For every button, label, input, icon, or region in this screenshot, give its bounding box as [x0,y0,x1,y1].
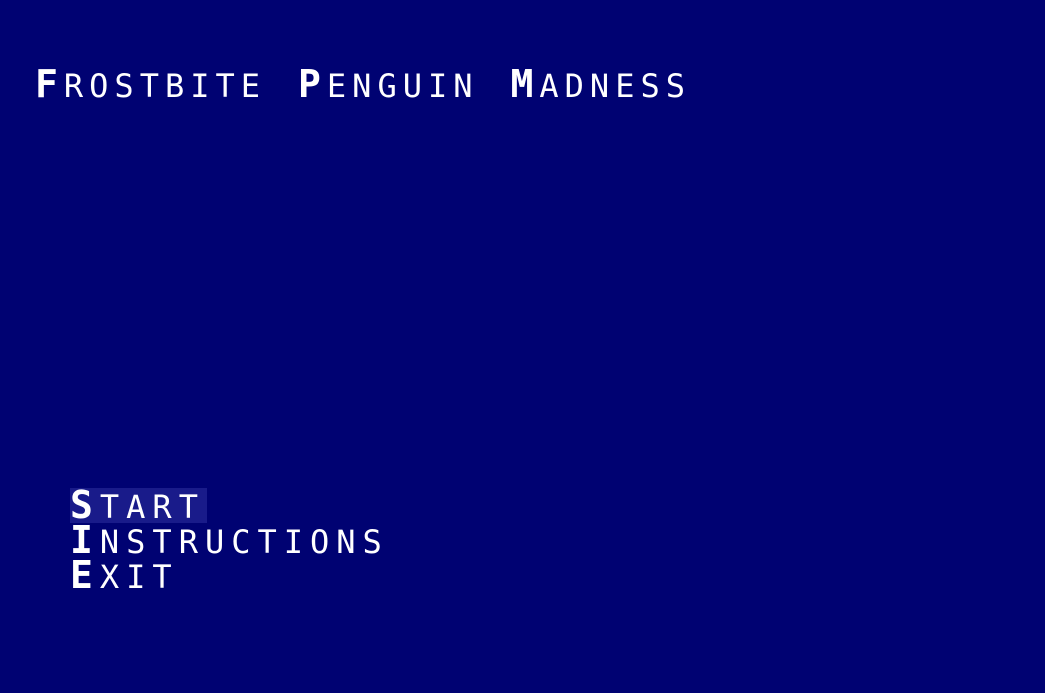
title-word-penguin: PENGUIN [298,62,479,106]
title-screen: { "title": { "words": [ {"cap": "F", "re… [0,0,1045,693]
game-title: FROSTBITE PENGUIN MADNESS [35,62,723,108]
title-word-frostbite: FROSTBITE [35,62,267,106]
main-menu: START INSTRUCTIONS EXIT [70,486,391,595]
menu-item-exit[interactable]: EXIT [70,556,181,595]
menu-item-instructions[interactable]: INSTRUCTIONS [70,521,391,560]
title-word-madness: MADNESS [510,62,691,106]
